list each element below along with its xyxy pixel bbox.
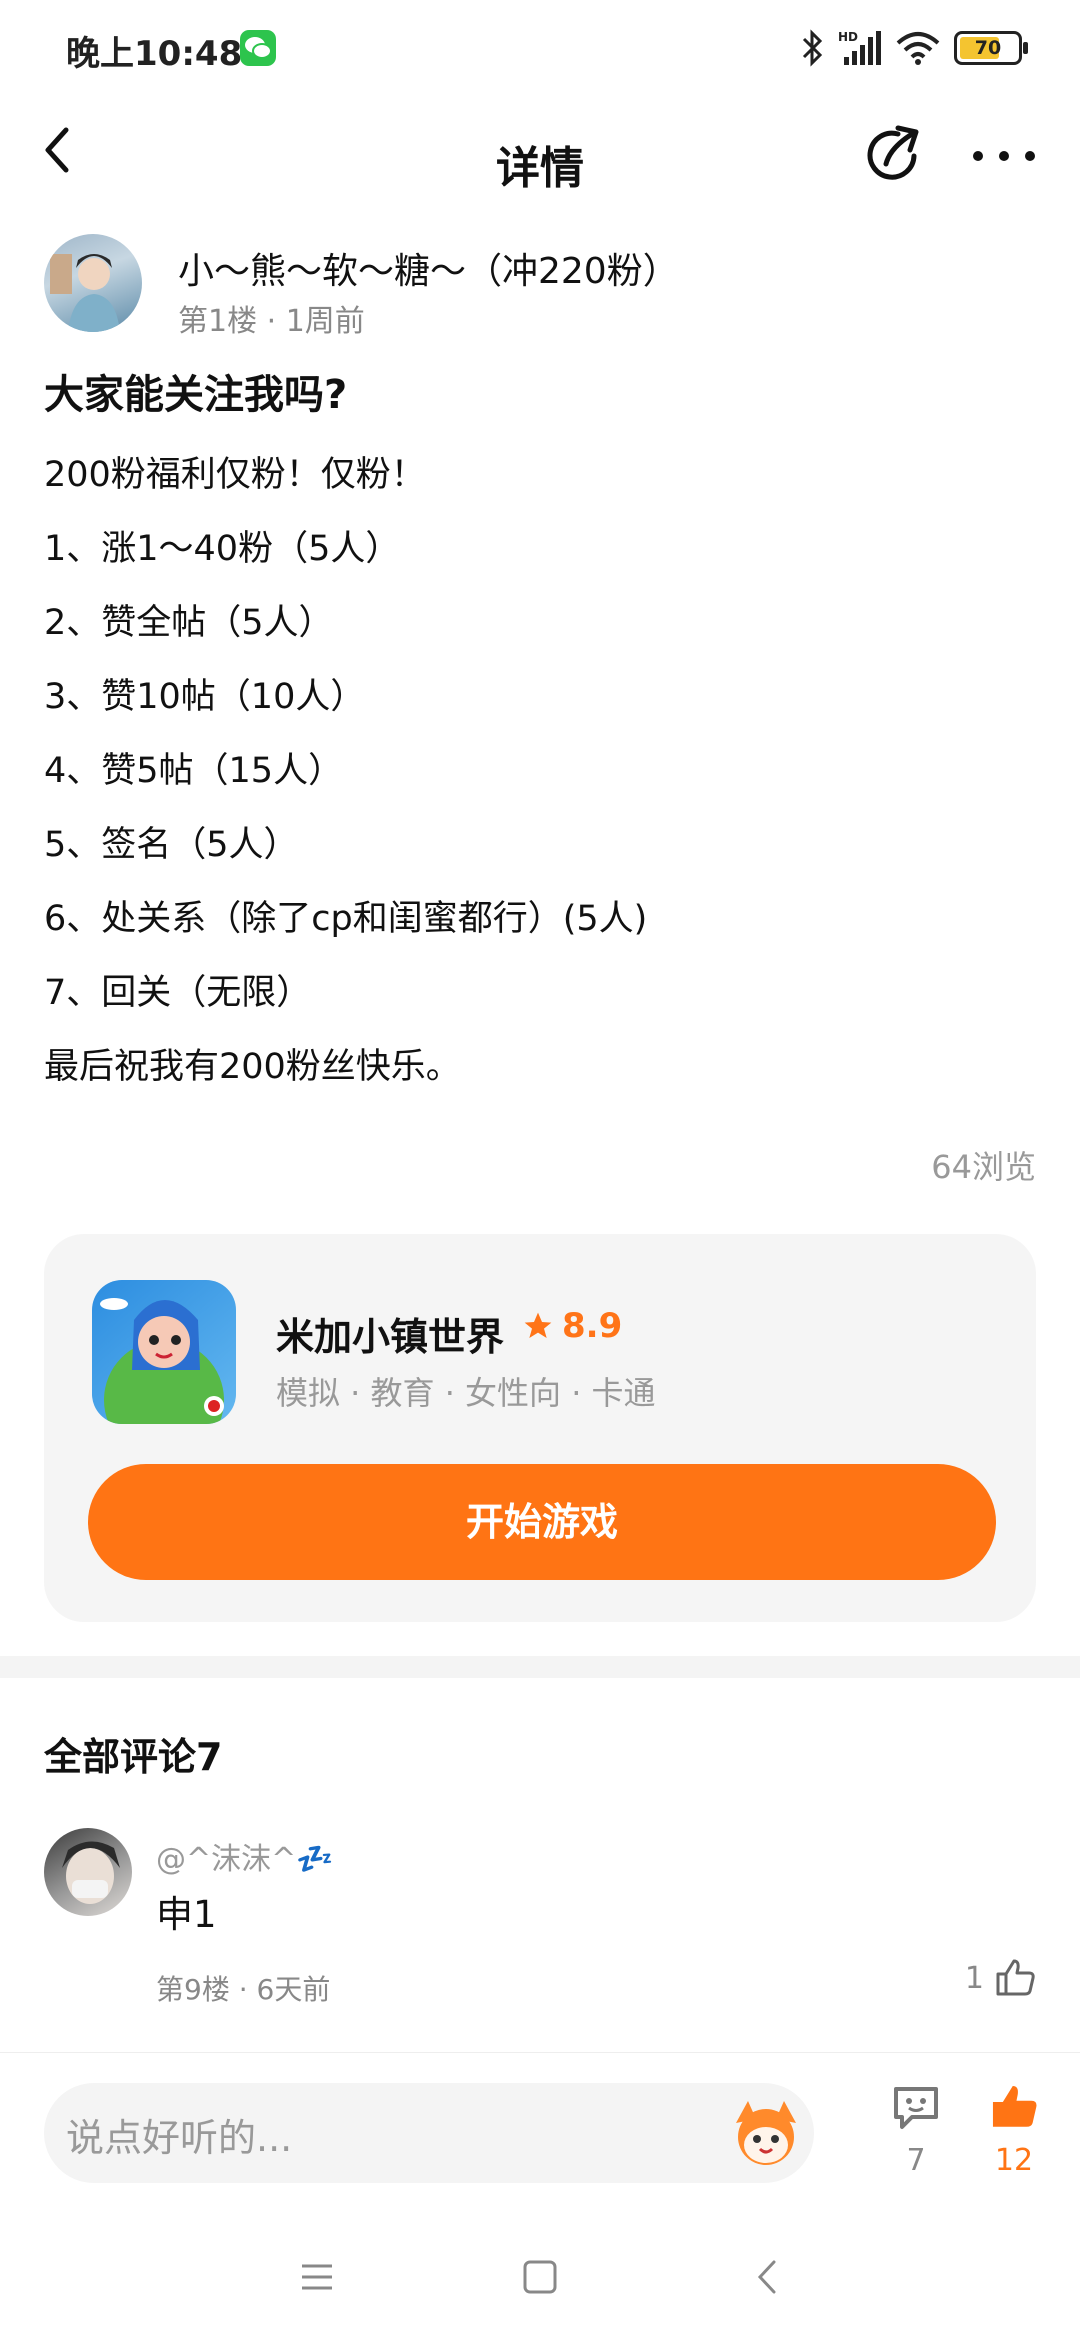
comment-like-count: 1 <box>964 1960 984 1996</box>
wifi-icon <box>896 32 940 65</box>
bluetooth-icon <box>802 29 823 67</box>
comments-title: 全部评论7 <box>44 1735 223 1779</box>
post-line: 7、回关（无限） <box>44 973 312 1013</box>
thumbs-up-icon <box>996 1959 1035 1996</box>
author-avatar[interactable] <box>44 234 142 332</box>
system-back-icon[interactable] <box>742 2252 792 2302</box>
comment-item: @^沫沫^💤 申1 第9楼 · 6天前 1 <box>44 1828 1036 2018</box>
star-icon <box>524 1312 552 1338</box>
game-rating-value: 8.9 <box>562 1306 623 1346</box>
comment-input-placeholder: 说点好听的... <box>66 2116 293 2160</box>
author-meta: 第1楼 · 1周前 <box>178 304 365 339</box>
svg-text:HD: HD <box>838 30 858 44</box>
section-divider <box>0 1656 1080 1678</box>
post-line: 200粉福利仅粉！仅粉！ <box>44 455 426 495</box>
comment-bubble-icon <box>894 2087 938 2129</box>
game-tags: 模拟 · 教育 · 女性向 · 卡通 <box>276 1374 656 1412</box>
share-icon <box>867 125 919 180</box>
home-square-icon[interactable] <box>515 2252 565 2302</box>
author-name[interactable]: 小～熊～软～糖～（冲220粉） <box>178 242 679 294</box>
status-icons: HD 70 <box>800 26 1028 70</box>
post-line: 6、处关系（除了cp和闺蜜都行）(5人) <box>44 899 648 939</box>
like-count: 12 <box>994 2143 1034 2178</box>
comment-count: 7 <box>906 2143 926 2178</box>
comment-like-button[interactable]: 1 <box>965 1958 1036 1998</box>
bottom-action-bar: 说点好听的... 7 12 <box>0 2052 1080 2212</box>
signal-icon: HD <box>838 30 881 65</box>
post-line: 2、赞全帖（5人） <box>44 603 334 643</box>
top-nav: 详情 <box>0 100 1080 220</box>
comment-input[interactable]: 说点好听的... <box>44 2083 814 2183</box>
like-button[interactable]: 12 <box>978 2081 1050 2178</box>
view-count: 64浏览 <box>931 1148 1036 1186</box>
wechat-notification-icon <box>240 30 276 66</box>
menu-icon[interactable] <box>292 2252 342 2302</box>
more-button[interactable] <box>968 134 1040 178</box>
share-button[interactable] <box>858 120 930 192</box>
status-time: 晚上10:48 <box>66 34 243 74</box>
comment-meta: 第9楼 · 6天前 <box>156 1973 331 2006</box>
game-name: 米加小镇世界 <box>276 1315 505 1359</box>
post-line: 最后祝我有200粉丝快乐。 <box>44 1047 461 1087</box>
post-line: 5、签名（5人） <box>44 825 299 865</box>
commenter-name[interactable]: @^沫沫^💤 <box>156 1834 334 1878</box>
post-line: 4、赞5帖（15人） <box>44 751 344 791</box>
start-game-button[interactable]: 开始游戏 <box>88 1464 996 1580</box>
more-dots-icon <box>973 151 1035 161</box>
status-bar: 晚上10:48 HD 70 <box>0 0 1080 100</box>
post-content: 大家能关注我吗? 200粉福利仅粉！仅粉！ 1、涨1～40粉（5人） 2、赞全帖… <box>44 362 1044 1104</box>
post-line: 1、涨1～40粉（5人） <box>44 529 401 569</box>
system-nav-bar <box>0 2212 1080 2340</box>
comment-text: 申1 <box>156 1893 217 1936</box>
post-author: 小～熊～软～糖～（冲220粉） 第1楼 · 1周前 <box>44 234 1044 344</box>
game-app-icon[interactable] <box>92 1280 236 1424</box>
battery-level: 70 <box>974 37 1002 59</box>
commenter-avatar[interactable] <box>44 1828 132 1916</box>
post-title: 大家能关注我吗? <box>44 372 348 418</box>
game-card[interactable]: 米加小镇世界 8.9 模拟 · 教育 · 女性向 · 卡通 开始游戏 <box>44 1234 1036 1622</box>
battery-icon: 70 <box>954 31 1028 65</box>
thumbs-up-filled-icon <box>992 2085 1037 2127</box>
comment-count-button[interactable]: 7 <box>880 2081 952 2178</box>
post-line: 3、赞10帖（10人） <box>44 677 366 717</box>
emoji-mascot-icon[interactable] <box>726 2093 806 2173</box>
game-rating: 8.9 <box>522 1306 622 1346</box>
